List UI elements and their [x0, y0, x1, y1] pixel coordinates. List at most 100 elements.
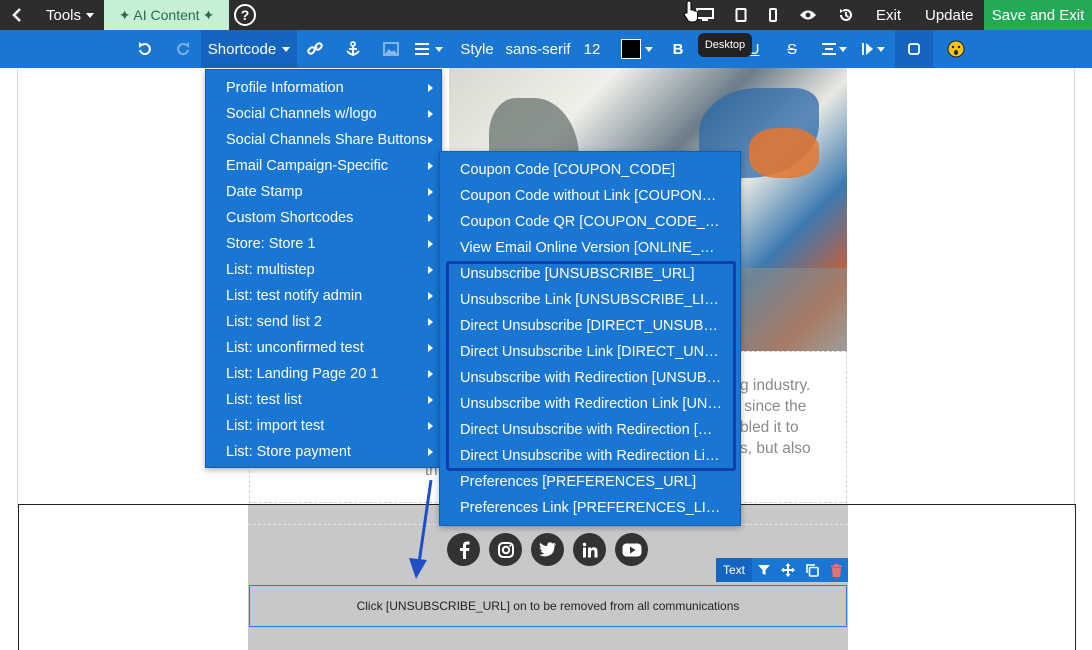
menu-item-coupon-code[interactable]: Coupon Code [COUPON_CODE]	[440, 157, 740, 183]
delete-button[interactable]	[824, 558, 848, 582]
list-icon	[415, 43, 429, 55]
menu-item-preferences[interactable]: Preferences [PREFERENCES_URL]	[440, 469, 740, 495]
menu-item-social-channels-logo[interactable]: Social Channels w/logo	[206, 101, 443, 127]
caret-down-icon	[435, 46, 443, 52]
caret-down-icon	[645, 46, 653, 52]
source-view-button[interactable]	[895, 30, 933, 68]
chevron-right-icon	[428, 240, 433, 248]
emoji-button[interactable]	[944, 30, 968, 68]
menu-item-coupon-code-no-link[interactable]: Coupon Code without Link [COUPON_CODE_NO…	[440, 183, 740, 209]
chevron-right-icon	[428, 396, 433, 404]
style-dropdown[interactable]: Style	[456, 30, 498, 68]
instagram-icon[interactable]	[489, 533, 522, 566]
facebook-icon[interactable]	[447, 533, 480, 566]
menu-item-custom-shortcodes[interactable]: Custom Shortcodes	[206, 205, 443, 231]
link-icon	[307, 42, 323, 55]
caret-down-icon	[86, 12, 95, 18]
menu-item-preferences-link[interactable]: Preferences Link [PREFERENCES_LINK]	[440, 495, 740, 521]
chevron-right-icon	[428, 266, 433, 274]
history-button[interactable]	[831, 0, 861, 30]
filter-button[interactable]	[752, 558, 776, 582]
image-button[interactable]	[379, 30, 403, 68]
update-button[interactable]: Update	[925, 0, 973, 30]
undo-icon	[139, 42, 151, 56]
menu-item-profile-information[interactable]: Profile Information	[206, 75, 443, 101]
chevron-right-icon	[428, 370, 433, 378]
menu-item-store-1[interactable]: Store: Store 1	[206, 231, 443, 257]
exit-button[interactable]: Exit	[876, 0, 901, 30]
eye-icon	[800, 10, 816, 20]
unsubscribe-text-block[interactable]: Click [UNSUBSCRIBE_URL] on to be removed…	[249, 585, 847, 627]
menu-item-list-send-list-2[interactable]: List: send list 2	[206, 309, 443, 335]
text-direction-icon	[861, 43, 873, 55]
chevron-right-icon	[428, 448, 433, 456]
trash-icon	[830, 563, 842, 577]
list-dropdown[interactable]	[412, 30, 446, 68]
chevron-right-icon	[428, 292, 433, 300]
square-icon	[908, 43, 920, 55]
mouse-cursor-icon	[683, 0, 698, 23]
help-icon[interactable]: ?	[234, 4, 256, 26]
menu-item-list-test-notify-admin[interactable]: List: test notify admin	[206, 283, 443, 309]
ai-content-label: AI Content	[133, 7, 200, 23]
link-button[interactable]	[303, 30, 327, 68]
sparkle-icon: ✦	[202, 6, 215, 23]
chevron-right-icon	[428, 188, 433, 196]
color-swatch	[621, 39, 641, 59]
menu-item-coupon-code-qr[interactable]: Coupon Code QR [COUPON_CODE_QR]	[440, 209, 740, 235]
canvas-border-left	[17, 68, 18, 508]
unsubscribe-highlight-box	[446, 261, 736, 471]
move-button[interactable]	[776, 558, 800, 582]
align-dropdown[interactable]	[818, 30, 850, 68]
duplicate-button[interactable]	[800, 558, 824, 582]
menu-item-list-test-list[interactable]: List: test list	[206, 387, 443, 413]
bold-button[interactable]: B	[666, 30, 690, 68]
font-family-dropdown[interactable]: sans-serif	[504, 30, 572, 68]
menu-item-list-import-test[interactable]: List: import test	[206, 413, 443, 439]
move-icon	[781, 563, 795, 577]
chevron-right-icon	[428, 344, 433, 352]
menu-item-social-share-buttons[interactable]: Social Channels Share Buttons	[206, 127, 443, 153]
caret-down-icon	[876, 46, 885, 52]
mobile-icon	[769, 8, 777, 22]
copy-icon	[805, 563, 819, 577]
menu-item-list-unconfirmed-test[interactable]: List: unconfirmed test	[206, 335, 443, 361]
canvas-border-right	[1074, 68, 1075, 508]
menu-item-email-campaign-specific[interactable]: Email Campaign-Specific	[206, 153, 443, 179]
preview-button[interactable]	[793, 0, 823, 30]
text-color-picker[interactable]	[618, 30, 656, 68]
back-button[interactable]	[6, 0, 28, 30]
font-size-dropdown[interactable]: 12	[578, 30, 606, 68]
chevron-right-icon	[428, 422, 433, 430]
tools-menu-button[interactable]: Tools	[46, 0, 95, 30]
image-icon	[383, 42, 399, 56]
ai-content-button[interactable]: ✦ AI Content ✦	[104, 0, 229, 30]
undo-button[interactable]	[133, 30, 157, 68]
chevron-right-icon	[428, 214, 433, 222]
mobile-view-button[interactable]	[758, 0, 788, 30]
anchor-button[interactable]	[341, 30, 365, 68]
tablet-view-button[interactable]	[726, 0, 756, 30]
menu-item-online-version[interactable]: View Email Online Version [ONLINE_URL]	[440, 235, 740, 261]
unsubscribe-text: Click [UNSUBSCRIBE_URL] on to be removed…	[356, 599, 740, 613]
shortcode-menu: Profile Information Social Channels w/lo…	[205, 69, 442, 468]
top-bar: Tools ✦ AI Content ✦ ? Exit Update Save …	[0, 0, 1092, 30]
desktop-tooltip: Desktop	[698, 33, 752, 57]
redo-button[interactable]	[171, 30, 195, 68]
shortcode-dropdown[interactable]: Shortcode	[201, 30, 297, 68]
chevron-right-icon	[428, 110, 433, 118]
save-and-exit-button[interactable]: Save and Exit	[984, 0, 1092, 30]
menu-item-list-store-payment[interactable]: List: Store payment	[206, 439, 443, 465]
menu-item-list-multistep[interactable]: List: multistep	[206, 257, 443, 283]
strikethrough-button[interactable]: S	[780, 30, 804, 68]
direction-dropdown[interactable]	[858, 30, 888, 68]
editor-toolbar: Shortcode Style sans-serif 12 B U S	[0, 30, 1092, 68]
annotation-arrow	[409, 479, 433, 579]
twitter-icon[interactable]	[531, 533, 564, 566]
linkedin-icon[interactable]	[573, 533, 606, 566]
history-icon	[840, 9, 852, 21]
youtube-icon[interactable]	[615, 533, 648, 566]
chevron-right-icon	[428, 136, 433, 144]
menu-item-date-stamp[interactable]: Date Stamp	[206, 179, 443, 205]
menu-item-list-landing-page[interactable]: List: Landing Page 20 1	[206, 361, 443, 387]
